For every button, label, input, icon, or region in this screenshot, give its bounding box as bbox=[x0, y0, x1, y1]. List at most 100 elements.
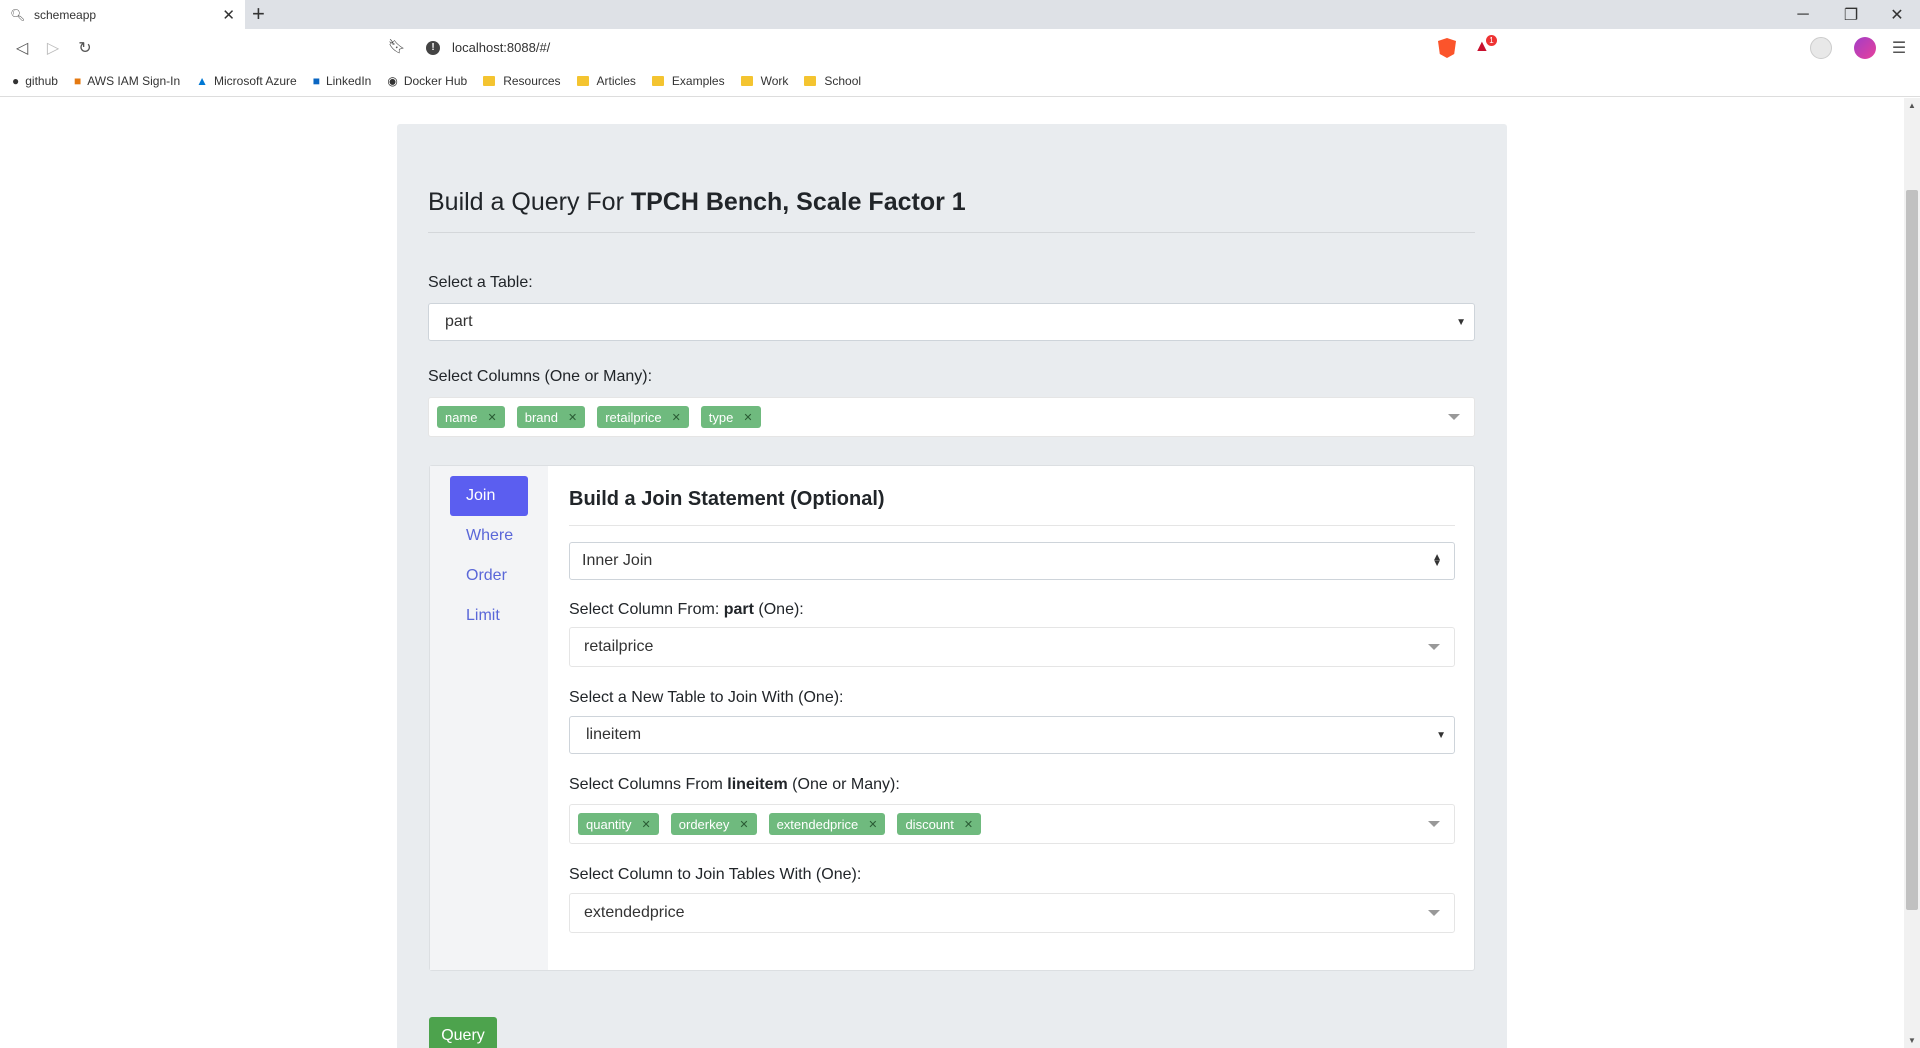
bookmark-linkedin[interactable]: ■ LinkedIn bbox=[313, 74, 372, 88]
search-icon: 🔍︎ bbox=[10, 7, 26, 22]
column-tag: name ✕ bbox=[437, 406, 505, 428]
bookmark-github[interactable]: ● github bbox=[12, 74, 58, 88]
chevron-down-icon bbox=[1448, 414, 1460, 420]
navigation-bar: ◁ ▷ ↻ 🔖︎ ! localhost:8088/#/ ▲ 1 ☰ bbox=[0, 29, 1920, 66]
tab-strip: 🔍︎ schemeapp ✕ + ─ ❐ ✕ bbox=[0, 0, 1920, 29]
bookmark-examples[interactable]: Examples bbox=[651, 74, 725, 88]
new-table-value: lineitem bbox=[586, 726, 642, 743]
address-bar[interactable]: ! localhost:8088/#/ bbox=[418, 34, 1508, 61]
bookmark-icon[interactable]: 🔖︎ bbox=[388, 38, 406, 55]
column-tag: retailprice ✕ bbox=[597, 406, 689, 428]
new-table-label: Select a New Table to Join With (One): bbox=[569, 689, 844, 706]
extension-v-icon[interactable] bbox=[1810, 37, 1832, 59]
folder-icon bbox=[651, 76, 664, 86]
column-tag: extendedprice ✕ bbox=[768, 813, 886, 835]
minimize-button[interactable]: ─ bbox=[1780, 0, 1826, 29]
clause-panel: Join Where Order Limit Build a Join Stat… bbox=[429, 465, 1475, 971]
query-button[interactable]: Query bbox=[429, 1017, 497, 1048]
tab-title: schemeapp bbox=[34, 7, 97, 22]
remove-tag-icon[interactable]: ✕ bbox=[672, 411, 681, 424]
new-tab-button[interactable]: + bbox=[252, 2, 265, 26]
new-table-select[interactable]: lineitem ▼ bbox=[569, 716, 1455, 754]
scrollbar-thumb[interactable] bbox=[1906, 190, 1918, 910]
table-label: Select a Table: bbox=[428, 274, 533, 291]
back-icon[interactable]: ◁ bbox=[11, 37, 33, 59]
close-window-button[interactable]: ✕ bbox=[1874, 0, 1920, 29]
bookmark-docker[interactable]: ◉ Docker Hub bbox=[387, 74, 467, 88]
page-viewport: Build a Query For TPCH Bench, Scale Fact… bbox=[0, 98, 1920, 1048]
up-down-icon: ▲ ▼ bbox=[1432, 552, 1442, 569]
folder-icon bbox=[804, 76, 817, 86]
tab-where[interactable]: Where bbox=[450, 516, 528, 556]
join-type-select[interactable]: Inner Join ▲ ▼ bbox=[569, 542, 1455, 580]
chevron-down-icon bbox=[1428, 644, 1440, 650]
remove-tag-icon[interactable]: ✕ bbox=[488, 411, 497, 424]
from-column-value: retailprice bbox=[584, 638, 654, 655]
chevron-down-icon bbox=[1428, 821, 1440, 827]
bookmark-articles[interactable]: Articles bbox=[576, 74, 636, 88]
rewards-badge: 1 bbox=[1486, 35, 1497, 46]
folder-icon bbox=[483, 76, 496, 86]
join-columns-label: Select Columns From lineitem (One or Man… bbox=[569, 776, 900, 793]
column-tag: orderkey ✕ bbox=[670, 813, 757, 835]
azure-icon: ▲ bbox=[196, 74, 209, 88]
join-columns-multiselect[interactable]: quantity ✕ orderkey ✕ extendedprice ✕ disco… bbox=[569, 804, 1455, 844]
from-column-label: Select Column From: part (One): bbox=[569, 601, 804, 618]
column-tag: brand ✕ bbox=[516, 406, 586, 428]
divider bbox=[569, 525, 1455, 526]
remove-tag-icon[interactable]: ✕ bbox=[964, 818, 973, 831]
from-column-select[interactable]: retailprice bbox=[569, 627, 1455, 667]
github-icon: ● bbox=[12, 74, 20, 88]
url-text: localhost:8088/#/ bbox=[452, 40, 551, 55]
query-builder-card: Build a Query For TPCH Bench, Scale Fact… bbox=[397, 124, 1507, 1048]
join-column-select[interactable]: extendedprice bbox=[569, 893, 1455, 933]
folder-icon bbox=[576, 76, 589, 86]
linkedin-icon: ■ bbox=[312, 74, 320, 88]
browser-tab[interactable]: 🔍︎ schemeapp ✕ bbox=[0, 0, 245, 29]
scroll-up-icon[interactable]: ▲ bbox=[1906, 101, 1918, 110]
aws-icon: ■ bbox=[73, 74, 82, 88]
join-column-value: extendedprice bbox=[584, 904, 685, 921]
tab-limit[interactable]: Limit bbox=[450, 596, 528, 636]
column-tag: quantity ✕ bbox=[578, 813, 659, 835]
restore-button[interactable]: ❐ bbox=[1828, 0, 1874, 29]
remove-tag-icon[interactable]: ✕ bbox=[739, 818, 748, 831]
clause-nav: Join Where Order Limit bbox=[430, 466, 548, 970]
close-tab-icon[interactable]: ✕ bbox=[222, 6, 235, 24]
tab-order[interactable]: Order bbox=[450, 556, 528, 596]
join-type-value: Inner Join bbox=[582, 552, 653, 569]
dataset-name: TPCH Bench, Scale Factor 1 bbox=[630, 188, 966, 216]
folder-icon bbox=[740, 76, 753, 86]
chevron-down-icon bbox=[1428, 910, 1440, 916]
join-title: Build a Join Statement (Optional) bbox=[569, 488, 885, 510]
column-tag: type ✕ bbox=[700, 406, 761, 428]
join-column-label: Select Column to Join Tables With (One): bbox=[569, 866, 862, 883]
divider bbox=[428, 232, 1475, 233]
table-select-value: part bbox=[445, 313, 473, 330]
columns-multiselect[interactable]: name ✕ brand ✕ retailprice ✕ type ✕ bbox=[428, 397, 1475, 437]
remove-tag-icon[interactable]: ✕ bbox=[568, 411, 577, 424]
bookmark-school[interactable]: School bbox=[804, 74, 861, 88]
bookmark-work[interactable]: Work bbox=[740, 74, 788, 88]
bookmarks-bar: ● github ■ AWS IAM Sign-In ▲ Microsoft Azur… bbox=[0, 66, 1920, 97]
page-title: Build a Query For TPCH Bench, Scale Fact… bbox=[428, 188, 966, 216]
menu-icon[interactable]: ☰ bbox=[1888, 37, 1910, 59]
scroll-down-icon[interactable]: ▼ bbox=[1906, 1036, 1918, 1045]
remove-tag-icon[interactable]: ✕ bbox=[743, 411, 752, 424]
docker-icon: ◉ bbox=[387, 74, 398, 88]
info-icon[interactable]: ! bbox=[426, 40, 440, 55]
forward-icon[interactable]: ▷ bbox=[42, 37, 64, 59]
remove-tag-icon[interactable]: ✕ bbox=[868, 818, 877, 831]
columns-label: Select Columns (One or Many): bbox=[428, 368, 653, 385]
profile-avatar[interactable] bbox=[1854, 37, 1876, 59]
table-select[interactable]: part ▼ bbox=[428, 303, 1475, 341]
bookmark-resources[interactable]: Resources bbox=[483, 74, 561, 88]
bookmark-azure[interactable]: ▲ Microsoft Azure bbox=[196, 74, 297, 88]
tab-join[interactable]: Join bbox=[450, 476, 528, 516]
bookmark-aws[interactable]: ■ AWS IAM Sign-In bbox=[74, 74, 180, 88]
reload-icon[interactable]: ↻ bbox=[74, 37, 96, 59]
column-tag: discount ✕ bbox=[897, 813, 982, 835]
chevron-down-icon: ▼ bbox=[1436, 729, 1446, 741]
remove-tag-icon[interactable]: ✕ bbox=[642, 818, 651, 831]
chevron-down-icon: ▼ bbox=[1456, 316, 1466, 328]
